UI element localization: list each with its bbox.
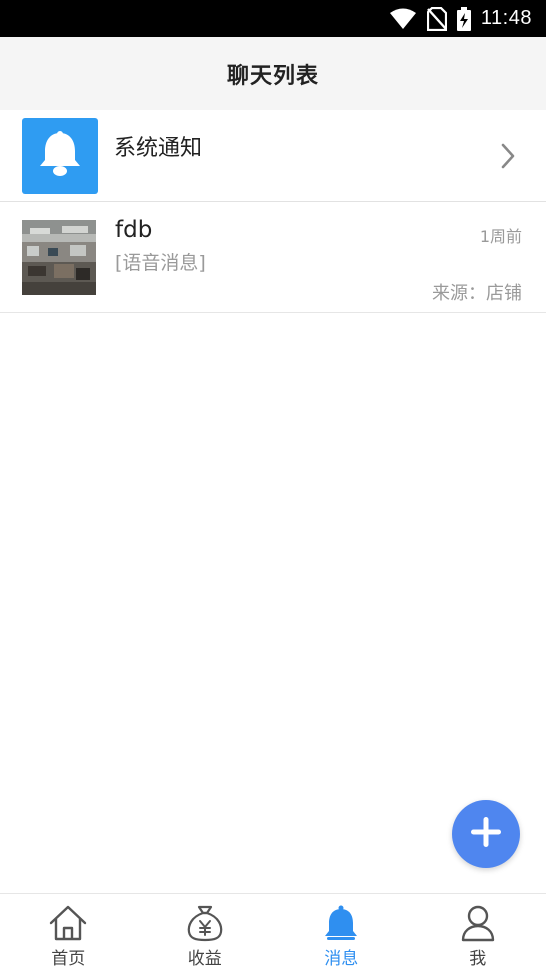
home-icon: [48, 904, 88, 942]
nav-item-home[interactable]: 首页: [0, 894, 137, 978]
page-header: 聊天列表: [0, 37, 546, 110]
nav-label-earnings: 收益: [187, 949, 222, 969]
app-screen: 11:48 聊天列表 系统通知 fdb [语音消息] 1周前 来源：店铺 首页 …: [0, 0, 546, 978]
bell-icon: [36, 129, 84, 183]
chat-preview: [语音消息]: [115, 252, 206, 274]
nav-label-messages: 消息: [324, 949, 359, 969]
wifi-icon: [389, 8, 417, 30]
no-sim-icon: [426, 6, 447, 31]
plus-icon: [469, 815, 503, 853]
person-icon: [458, 904, 498, 942]
system-notice-row[interactable]: 系统通知: [0, 110, 546, 202]
system-notice-label: 系统通知: [114, 136, 203, 161]
status-time: 11:48: [480, 7, 532, 29]
chat-list-item[interactable]: fdb [语音消息] 1周前 来源：店铺: [0, 203, 546, 313]
chevron-right-icon: [500, 142, 516, 174]
battery-charging-icon: [456, 6, 471, 31]
nav-item-earnings[interactable]: 收益: [137, 894, 274, 978]
system-notice-avatar: [22, 118, 98, 194]
nav-label-home: 首页: [51, 949, 86, 969]
money-bag-icon: [185, 904, 225, 942]
nav-item-messages[interactable]: 消息: [273, 894, 410, 978]
nav-item-me[interactable]: 我: [410, 894, 546, 978]
status-bar: 11:48: [0, 0, 546, 37]
chat-avatar: [22, 220, 96, 295]
chat-time: 1周前: [479, 227, 522, 246]
nav-label-me: 我: [469, 949, 487, 969]
add-button[interactable]: [452, 800, 520, 868]
chat-source: 来源：店铺: [432, 283, 522, 304]
page-title: 聊天列表: [226, 63, 319, 89]
bell-icon: [321, 904, 361, 942]
chat-name: fdb: [115, 217, 153, 243]
bottom-nav: 首页 收益 消息 我: [0, 893, 546, 978]
